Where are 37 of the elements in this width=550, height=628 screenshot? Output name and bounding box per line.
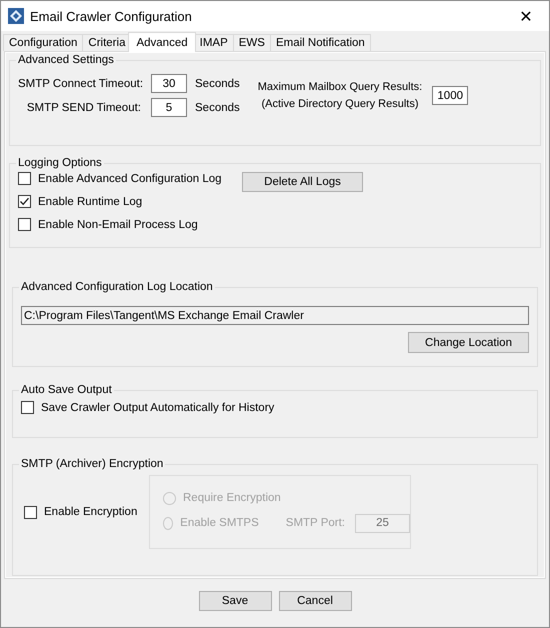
checkbox[interactable]: [18, 218, 31, 231]
port-label: SMTP Port:: [286, 517, 345, 529]
field-label: SMTP Connect Timeout:: [18, 78, 141, 90]
checkbox[interactable]: [24, 506, 37, 518]
checkbox-label: Enable Runtime Log: [38, 196, 142, 208]
checkbox-label: Enable Advanced Configuration Log: [38, 172, 222, 184]
radio-label: Enable SMTPS: [180, 517, 259, 529]
field-label: SMTP SEND Timeout:: [26, 102, 141, 114]
change-location-button[interactable]: Change Location: [408, 332, 529, 353]
unit-label: Seconds: [195, 78, 240, 90]
unit-label: Seconds: [195, 102, 240, 114]
input-field[interactable]: 30: [151, 74, 187, 93]
checkbox[interactable]: [21, 401, 34, 414]
field-label: Maximum Mailbox Query Results: (Active Directory Query Results): [258, 80, 422, 112]
path-field[interactable]: C:\Program Files\Tangent\MS Exchange Email Crawler: [21, 306, 529, 325]
checkbox[interactable]: [18, 172, 31, 185]
input-field[interactable]: 5: [151, 98, 187, 117]
checkbox-label: Save Crawler Output Automatically for History: [41, 402, 274, 414]
checkbox-label: Enable Encryption: [44, 506, 138, 518]
input-field[interactable]: 1000: [432, 86, 468, 105]
radio-label: Require Encryption: [183, 492, 281, 504]
window-title: Email Crawler Configuration: [30, 8, 192, 24]
tab[interactable]: Configuration: [3, 34, 84, 51]
save-button[interactable]: Save: [198, 591, 272, 611]
group-title: Logging Options: [17, 157, 103, 169]
checkbox-label: Enable Non-Email Process Log: [38, 218, 198, 230]
checkbox[interactable]: [18, 195, 31, 208]
app-icon: [8, 8, 24, 24]
delete-logs-button[interactable]: Delete All Logs: [242, 172, 363, 192]
group-title: Advanced Configuration Log Location: [20, 281, 214, 293]
group-title: Auto Save Output: [20, 384, 113, 396]
tab[interactable]: Email Notification: [270, 34, 371, 51]
group-title: SMTP (Archiver) Encryption: [20, 458, 164, 470]
cancel-button[interactable]: Cancel: [278, 591, 352, 611]
tab[interactable]: Advanced: [128, 32, 196, 52]
group-title: Advanced Settings: [17, 54, 115, 66]
close-button[interactable]: ✕: [503, 1, 549, 31]
